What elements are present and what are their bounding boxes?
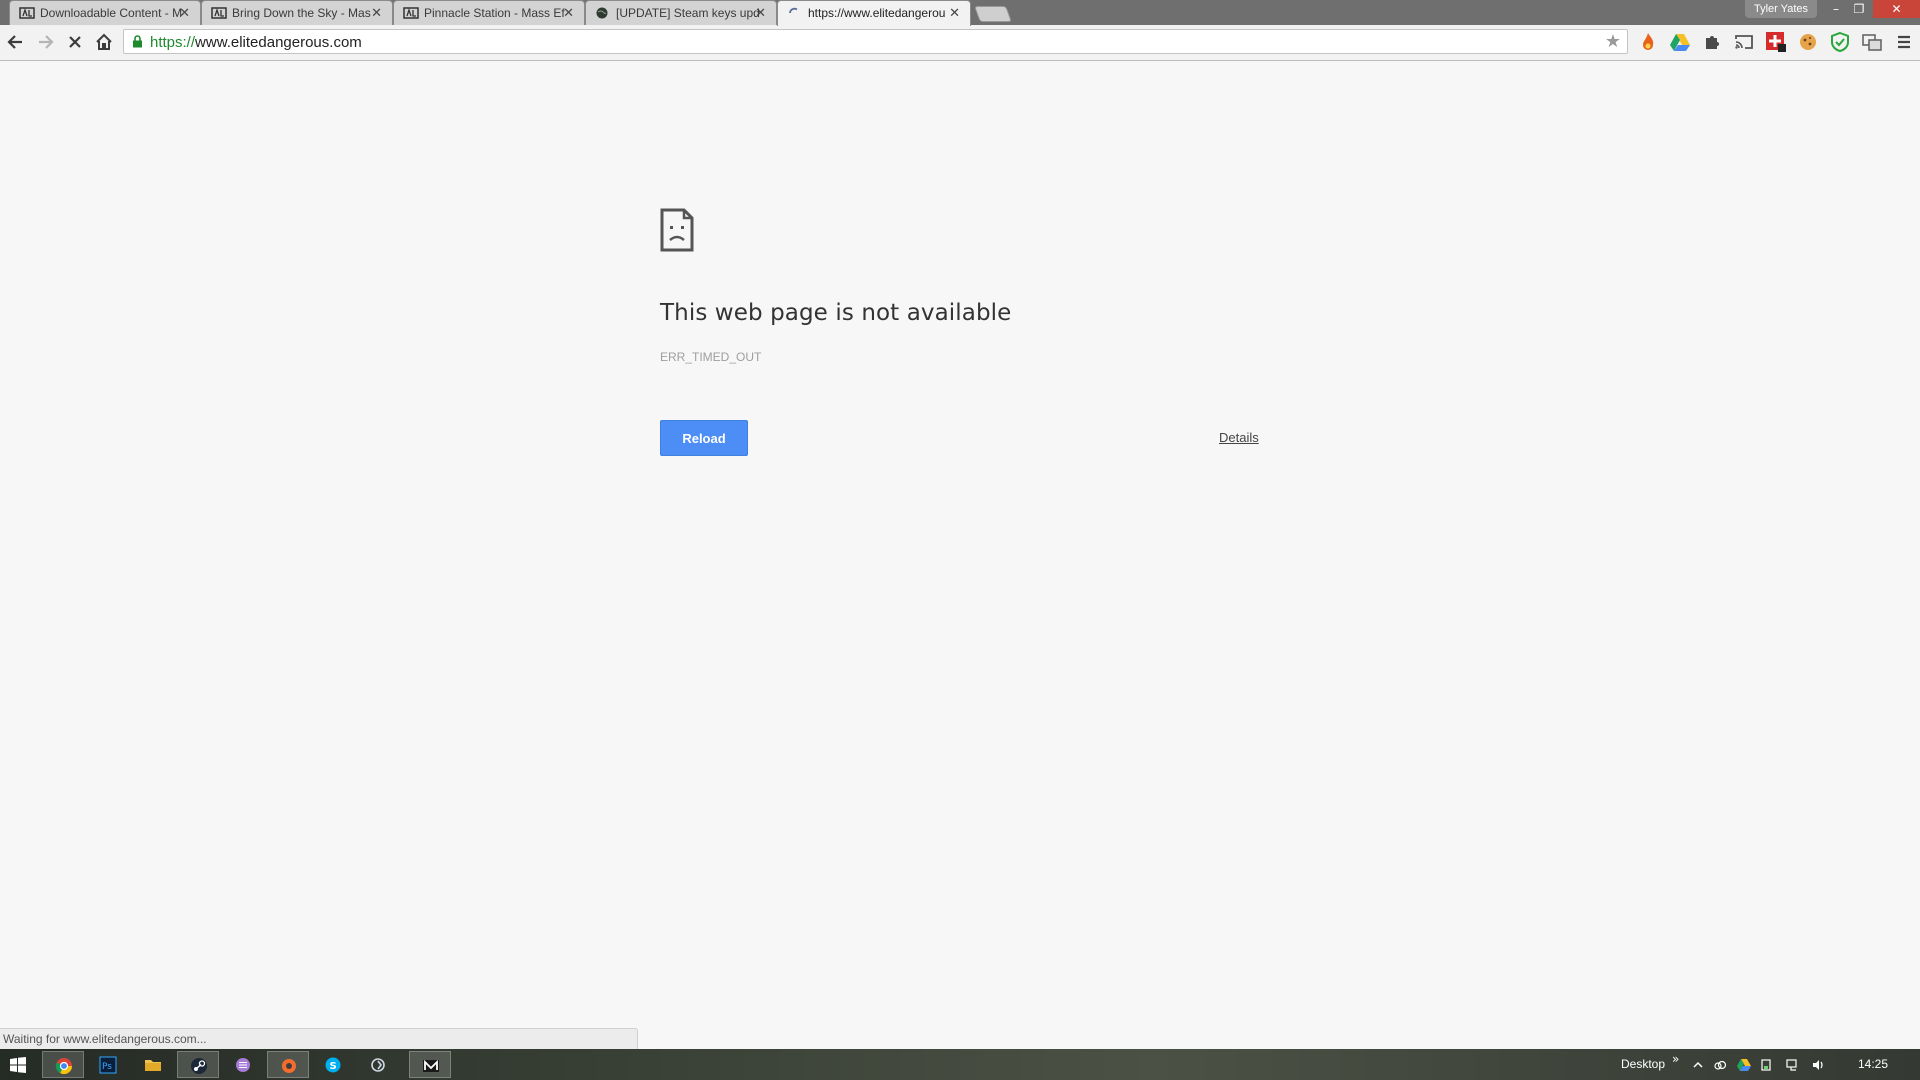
google-drive-icon[interactable] (1669, 31, 1691, 53)
shield-check-icon[interactable] (1829, 31, 1851, 53)
tab-downloadable-content[interactable]: Downloadable Content - M ✕ (9, 0, 201, 25)
volume-tray-icon[interactable] (1811, 1058, 1825, 1072)
home-button[interactable] (93, 31, 115, 53)
close-icon[interactable]: ✕ (371, 5, 382, 21)
sad-document-icon (660, 208, 694, 252)
forward-arrow-icon (39, 35, 54, 49)
error-code: ERR_TIMED_OUT (660, 350, 762, 364)
double-chevron-icon[interactable]: » (1672, 1052, 1679, 1066)
status-bubble: Waiting for www.elitedangerous.com... (0, 1028, 638, 1049)
svg-text:Ps: Ps (102, 1062, 112, 1072)
taskbar-origin[interactable] (267, 1051, 309, 1078)
onedrive-tray-icon[interactable] (1713, 1058, 1727, 1072)
new-tab-button[interactable] (974, 6, 1012, 22)
red-badge-extension-icon[interactable] (1765, 31, 1787, 53)
close-icon[interactable]: ✕ (179, 5, 190, 21)
error-title: This web page is not available (660, 300, 1012, 326)
app-purple-icon (236, 1058, 250, 1072)
bookmark-star-icon[interactable]: ★ (1605, 31, 1621, 52)
ea-icon (19, 7, 35, 19)
taskbar-file-explorer[interactable] (132, 1051, 174, 1078)
back-button[interactable] (5, 31, 27, 53)
tab-title: https://www.elitedangerou (808, 6, 946, 20)
menu-icon[interactable] (1893, 31, 1915, 53)
network-tray-icon[interactable] (1786, 1058, 1800, 1072)
details-link[interactable]: Details (1219, 430, 1259, 445)
tab-pinnacle-station[interactable]: Pinnacle Station - Mass Ef ✕ (393, 0, 585, 25)
globe-icon (596, 7, 608, 19)
power-tray-icon[interactable] (1759, 1058, 1773, 1072)
reload-button[interactable]: Reload (660, 420, 748, 456)
close-window-button[interactable]: ✕ (1873, 0, 1920, 18)
tab-steam-keys-update[interactable]: [UPDATE] Steam keys upd ✕ (585, 0, 777, 25)
taskbar-arrow-app[interactable] (357, 1051, 399, 1078)
home-icon (96, 33, 112, 50)
url-text: https://www.elitedangerous.com (150, 34, 362, 51)
restore-button[interactable]: ❐ (1845, 0, 1873, 18)
taskbar-purple-app[interactable] (222, 1051, 264, 1078)
puzzle-extension-icon[interactable] (1701, 31, 1723, 53)
flame-extension-icon[interactable] (1637, 31, 1659, 53)
taskbar-steam[interactable] (177, 1051, 219, 1078)
tab-title: Bring Down the Sky - Mas (232, 6, 371, 20)
chrome-icon (55, 1058, 73, 1075)
file-explorer-icon (145, 1060, 161, 1071)
tab-title: [UPDATE] Steam keys upd (616, 6, 760, 20)
show-hidden-icons-icon[interactable] (1691, 1058, 1705, 1072)
tab-elite-dangerous[interactable]: https://www.elitedangerou ✕ (777, 0, 971, 26)
windows-taskbar: Ps S Desktop » 14:25 (0, 1049, 1920, 1080)
google-drive-tray-icon[interactable] (1737, 1058, 1751, 1072)
app-m-icon (423, 1059, 439, 1072)
tab-bring-down-the-sky[interactable]: Bring Down the Sky - Mas ✕ (201, 0, 393, 25)
profile-button[interactable]: Tyler Yates (1745, 0, 1817, 18)
app-arrow-icon (371, 1058, 385, 1072)
tab-title: Pinnacle Station - Mass Ef (424, 6, 565, 20)
taskbar-skype[interactable]: S (312, 1051, 354, 1078)
stop-x-icon (69, 36, 81, 48)
close-icon[interactable]: ✕ (563, 5, 574, 21)
cast-icon[interactable] (1733, 31, 1755, 53)
address-bar[interactable]: https://www.elitedangerous.com ★ (123, 29, 1628, 54)
close-icon[interactable]: ✕ (949, 5, 960, 21)
browser-toolbar: https://www.elitedangerous.com ★ (0, 25, 1920, 61)
svg-text:S: S (330, 1061, 337, 1072)
close-icon[interactable]: ✕ (755, 5, 766, 21)
ea-icon (211, 7, 227, 19)
lock-icon (133, 35, 142, 48)
back-arrow-icon (7, 35, 22, 49)
loading-spinner-icon (789, 7, 798, 14)
stop-button[interactable] (64, 31, 86, 53)
translate-icon[interactable] (1861, 31, 1883, 53)
taskbar-m-app[interactable] (409, 1051, 451, 1078)
url-scheme: https:// (150, 34, 196, 51)
desktop-toolbar-label[interactable]: Desktop (1621, 1057, 1665, 1071)
steam-icon (191, 1058, 207, 1074)
tab-strip: Downloadable Content - M ✕ Bring Down th… (0, 0, 1920, 26)
taskbar-clock[interactable]: 14:25 (1858, 1057, 1888, 1071)
origin-icon (282, 1059, 296, 1073)
taskbar-photoshop[interactable]: Ps (87, 1051, 129, 1078)
photoshop-icon: Ps (99, 1056, 117, 1074)
url-host: www.elitedangerous.com (195, 34, 362, 51)
tab-title: Downloadable Content - M (40, 6, 183, 20)
cookie-icon[interactable] (1797, 31, 1819, 53)
taskbar-chrome[interactable] (42, 1051, 84, 1078)
skype-icon: S (325, 1057, 341, 1073)
windows-start-icon[interactable] (9, 1056, 27, 1074)
forward-button[interactable] (34, 31, 56, 53)
ea-icon (403, 7, 419, 19)
